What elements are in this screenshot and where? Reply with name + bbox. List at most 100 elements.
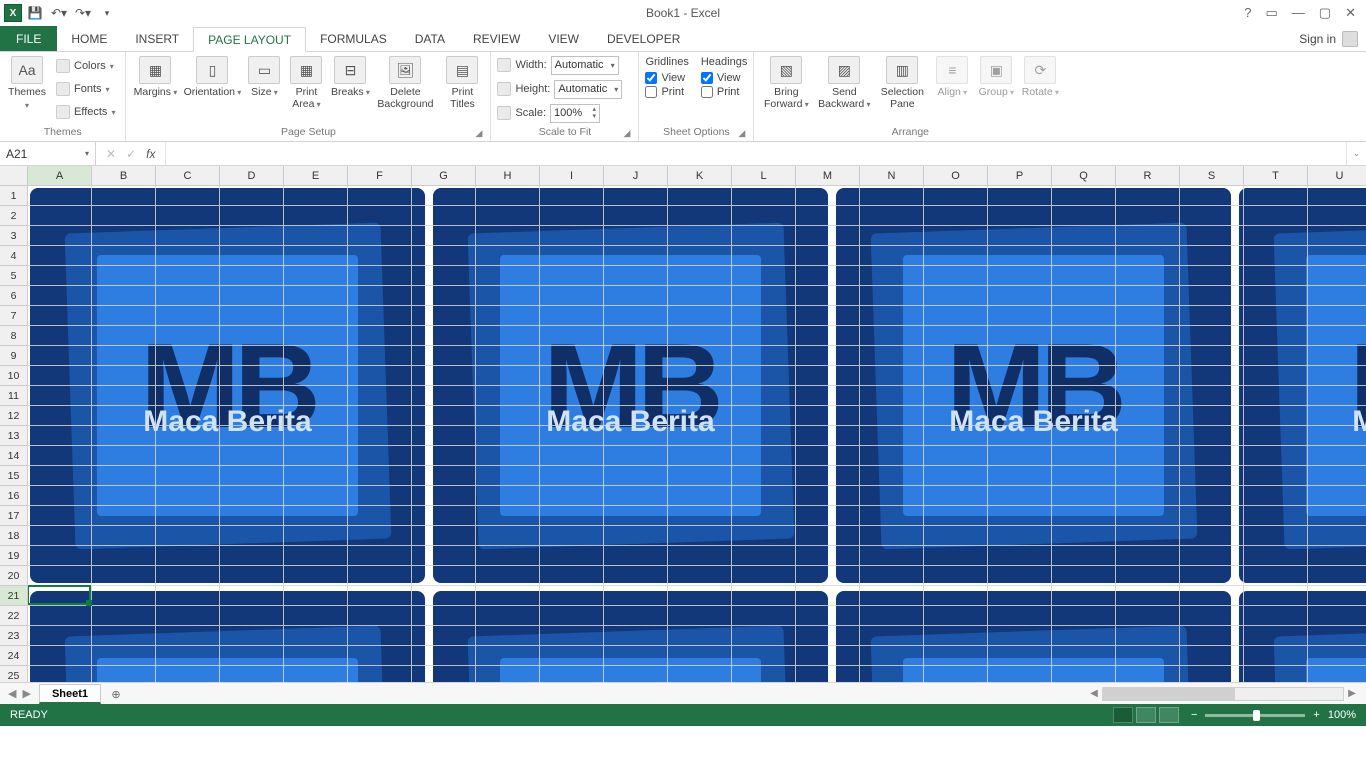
sign-in-button[interactable]: Sign in — [1291, 27, 1366, 51]
print-area-button[interactable]: ▦Print Area — [286, 54, 326, 111]
qat-redo-icon[interactable]: ↷▾ — [72, 2, 94, 24]
row-header[interactable]: 18 — [0, 526, 28, 546]
select-all-corner[interactable] — [0, 166, 28, 186]
colors-button[interactable]: Colors — [52, 56, 119, 76]
row-header[interactable]: 21 — [0, 586, 28, 606]
column-header[interactable]: T — [1244, 166, 1308, 186]
height-select[interactable]: Automatic▾ — [554, 80, 622, 99]
print-titles-button[interactable]: ▤Print Titles — [440, 54, 484, 110]
expand-formula-bar-icon[interactable]: ⌄ — [1346, 142, 1366, 165]
group-button[interactable]: ▣Group — [976, 54, 1016, 99]
row-header[interactable]: 1 — [0, 186, 28, 206]
tab-review[interactable]: REVIEW — [459, 26, 534, 51]
column-header[interactable]: G — [412, 166, 476, 186]
tab-home[interactable]: HOME — [57, 26, 121, 51]
row-header[interactable]: 2 — [0, 206, 28, 226]
tab-developer[interactable]: DEVELOPER — [593, 26, 694, 51]
cancel-formula-icon[interactable]: ✕ — [106, 147, 116, 161]
zoom-level[interactable]: 100% — [1328, 709, 1356, 721]
scroll-right-icon[interactable]: ▶ — [1344, 688, 1360, 699]
column-headers[interactable]: ABCDEFGHIJKLMNOPQRSTU — [28, 166, 1366, 186]
row-header[interactable]: 6 — [0, 286, 28, 306]
file-tab[interactable]: FILE — [0, 26, 57, 51]
send-backward-button[interactable]: ▨Send Backward — [816, 54, 872, 111]
sheet-nav-prev-icon[interactable]: ◀ — [8, 687, 16, 700]
row-header[interactable]: 17 — [0, 506, 28, 526]
row-header[interactable]: 22 — [0, 606, 28, 626]
row-header[interactable]: 12 — [0, 406, 28, 426]
zoom-slider[interactable] — [1205, 714, 1305, 717]
row-header[interactable]: 25 — [0, 666, 28, 682]
close-icon[interactable]: ✕ — [1345, 5, 1356, 21]
sheet-nav-next-icon[interactable]: ▶ — [22, 687, 30, 700]
help-icon[interactable]: ? — [1244, 5, 1251, 21]
horizontal-scrollbar[interactable]: ◀ ▶ — [1086, 686, 1366, 702]
accept-formula-icon[interactable]: ✓ — [126, 147, 136, 161]
row-headers[interactable]: 1234567891011121314151617181920212223242… — [0, 186, 28, 682]
tab-insert[interactable]: INSERT — [121, 26, 193, 51]
row-header[interactable]: 16 — [0, 486, 28, 506]
cells-area[interactable]: MBMaca BeritaMBMaca BeritaMBMaca BeritaM… — [28, 186, 1366, 682]
gridlines-view-checkbox[interactable]: View — [645, 72, 688, 84]
themes-button[interactable]: Aa Themes — [6, 54, 48, 112]
tab-formulas[interactable]: FORMULAS — [306, 26, 401, 51]
column-header[interactable]: M — [796, 166, 860, 186]
effects-button[interactable]: Effects — [52, 102, 119, 122]
column-header[interactable]: F — [348, 166, 412, 186]
scale-spinner[interactable]: 100%▴▾ — [550, 104, 600, 123]
view-normal-button[interactable] — [1113, 707, 1133, 723]
qat-customize-icon[interactable]: ▾ — [96, 2, 118, 24]
scroll-thumb[interactable] — [1103, 688, 1235, 700]
row-header[interactable]: 4 — [0, 246, 28, 266]
row-header[interactable]: 5 — [0, 266, 28, 286]
column-header[interactable]: I — [540, 166, 604, 186]
gridlines-print-checkbox[interactable]: Print — [645, 86, 688, 98]
fx-icon[interactable]: fx — [146, 147, 155, 161]
tab-view[interactable]: VIEW — [534, 26, 593, 51]
row-header[interactable]: 15 — [0, 466, 28, 486]
rotate-button[interactable]: ⟳Rotate — [1020, 54, 1060, 99]
minimize-icon[interactable]: — — [1292, 5, 1305, 21]
ribbon-display-icon[interactable]: ▭ — [1266, 5, 1278, 21]
column-header[interactable]: U — [1308, 166, 1366, 186]
column-header[interactable]: A — [28, 166, 92, 186]
name-box[interactable]: A21 ▾ — [0, 142, 96, 165]
sheet-options-dialog-launcher[interactable]: ◢ — [736, 128, 747, 139]
selection-pane-button[interactable]: ▥Selection Pane — [876, 54, 928, 110]
row-header[interactable]: 19 — [0, 546, 28, 566]
column-header[interactable]: R — [1116, 166, 1180, 186]
selected-cell[interactable] — [27, 585, 91, 605]
row-header[interactable]: 7 — [0, 306, 28, 326]
align-button[interactable]: ≡Align — [932, 54, 972, 99]
column-header[interactable]: D — [220, 166, 284, 186]
column-header[interactable]: N — [860, 166, 924, 186]
view-page-layout-button[interactable] — [1136, 707, 1156, 723]
scale-dialog-launcher[interactable]: ◢ — [622, 128, 633, 139]
qat-undo-icon[interactable]: ↶▾ — [48, 2, 70, 24]
formula-input[interactable] — [166, 142, 1346, 165]
row-header[interactable]: 20 — [0, 566, 28, 586]
zoom-in-button[interactable]: + — [1313, 709, 1319, 721]
column-header[interactable]: L — [732, 166, 796, 186]
row-header[interactable]: 8 — [0, 326, 28, 346]
row-header[interactable]: 11 — [0, 386, 28, 406]
column-header[interactable]: C — [156, 166, 220, 186]
row-header[interactable]: 14 — [0, 446, 28, 466]
maximize-icon[interactable]: ▢ — [1319, 5, 1331, 21]
column-header[interactable]: Q — [1052, 166, 1116, 186]
fill-handle[interactable] — [86, 600, 92, 606]
view-page-break-button[interactable] — [1159, 707, 1179, 723]
delete-background-button[interactable]: 🖼Delete Background — [374, 54, 436, 110]
width-select[interactable]: Automatic▾ — [551, 56, 619, 75]
column-header[interactable]: J — [604, 166, 668, 186]
tab-data[interactable]: DATA — [401, 26, 459, 51]
row-header[interactable]: 23 — [0, 626, 28, 646]
row-header[interactable]: 13 — [0, 426, 28, 446]
margins-button[interactable]: ▦Margins — [132, 54, 178, 99]
fonts-button[interactable]: Fonts — [52, 79, 119, 99]
row-header[interactable]: 24 — [0, 646, 28, 666]
row-header[interactable]: 9 — [0, 346, 28, 366]
size-button[interactable]: ▭Size — [246, 54, 282, 99]
new-sheet-button[interactable]: ⊕ — [105, 684, 127, 704]
spreadsheet-grid[interactable]: ABCDEFGHIJKLMNOPQRSTU 123456789101112131… — [0, 166, 1366, 682]
